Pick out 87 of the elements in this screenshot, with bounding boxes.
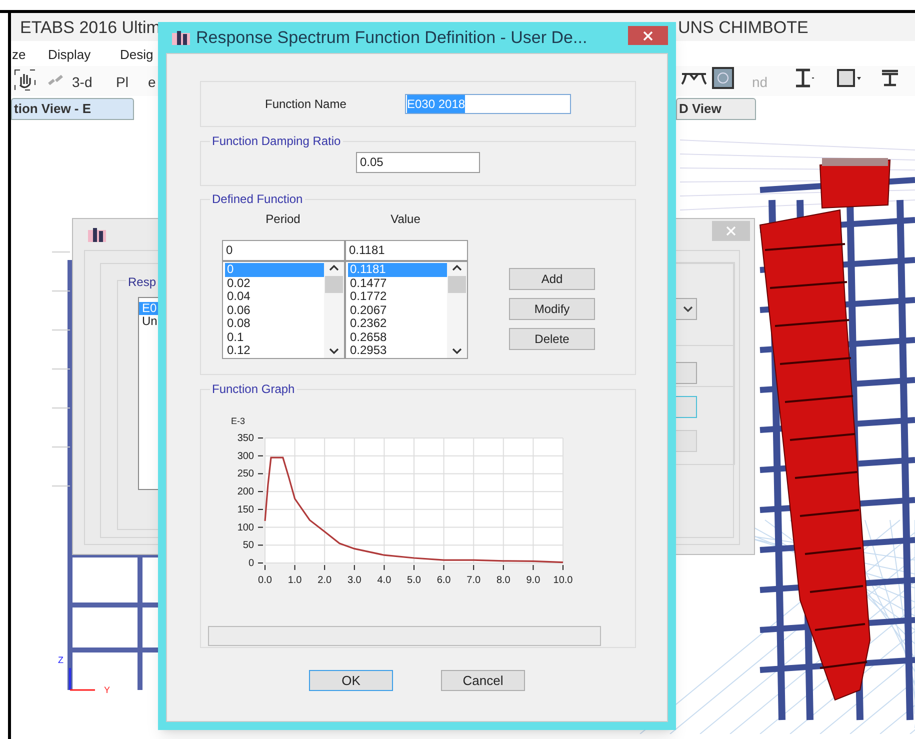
column-header: Period <box>264 211 302 228</box>
section-icon <box>836 68 862 88</box>
tick-label: 9.0 <box>526 575 540 586</box>
dialog-title: Response Spectrum Function Definition - User De... <box>196 26 588 49</box>
column-header: Value <box>390 211 422 228</box>
menu-item[interactable]: ze <box>12 45 26 64</box>
group-label: Function Damping Ratio <box>211 133 342 150</box>
view-tab[interactable]: D View <box>676 98 756 120</box>
list-item[interactable]: 0.08 <box>225 317 324 330</box>
toolbar-button[interactable]: e <box>148 72 156 93</box>
close-button[interactable] <box>628 26 668 45</box>
toolbar-button[interactable]: 3-d <box>72 72 92 93</box>
field-label: Function Name <box>265 96 348 113</box>
app-icon <box>172 30 190 44</box>
tick-mark <box>384 564 385 570</box>
tick-mark <box>258 508 264 510</box>
menu-item[interactable]: Desig <box>120 45 154 64</box>
axis-label: Z <box>58 654 64 667</box>
tick-mark <box>324 564 326 570</box>
tick-label: 2.0 <box>318 575 332 586</box>
tick-label: 6.0 <box>436 575 451 586</box>
tick-label: 350 <box>237 433 254 444</box>
list-item[interactable]: 0.2658 <box>348 330 447 344</box>
chevron-down-icon <box>683 306 693 312</box>
group-label: Defined Function <box>211 191 304 208</box>
image-icon <box>712 67 734 89</box>
close-icon <box>643 30 653 40</box>
tick-mark <box>532 564 534 570</box>
list-item[interactable]: 0.04 <box>225 290 324 304</box>
tick-label: 200 <box>237 486 254 498</box>
view-tab[interactable]: tion View - E <box>11 98 134 120</box>
tick-mark <box>354 564 355 570</box>
tick-label: 4.0 <box>377 575 392 586</box>
list-item[interactable]: 0.2362 <box>348 317 447 330</box>
list-item[interactable]: 0.12 <box>225 344 324 358</box>
list-item[interactable]: 0.02 <box>225 276 324 290</box>
tick-label: 3.0 <box>347 575 362 586</box>
tick-label: 50 <box>242 540 254 552</box>
input-field[interactable]: 0.1181 <box>345 240 468 261</box>
input-field[interactable]: 0 <box>222 240 345 261</box>
axis-label: Y <box>104 684 110 697</box>
list-item[interactable]: 0.2953 <box>348 344 447 358</box>
tick-label: 0.0 <box>258 575 272 586</box>
tick-label: 8.0 <box>496 575 510 586</box>
scrollbar-thumb[interactable] <box>325 276 343 293</box>
button[interactable]: Delete <box>509 328 595 350</box>
scrollbar[interactable] <box>447 262 467 358</box>
list-item[interactable]: 0.2067 <box>348 304 447 317</box>
button[interactable]: Add <box>509 268 595 290</box>
button[interactable]: Cancel <box>441 670 525 691</box>
tick-mark <box>258 544 264 546</box>
menu-item[interactable]: Display <box>48 45 91 64</box>
tick-label: 250 <box>237 468 254 480</box>
tick-label: 300 <box>237 450 254 462</box>
list-item[interactable]: 0.1477 <box>348 276 447 290</box>
input-field[interactable]: 0.05 <box>356 152 480 173</box>
window-title: UNS CHIMBOTE <box>678 17 808 39</box>
tick-label: 150 <box>237 504 254 516</box>
tick-mark <box>258 455 264 456</box>
close-icon <box>726 226 736 236</box>
list-item[interactable]: 0.1 <box>225 330 324 344</box>
tick-mark <box>502 564 504 570</box>
scrollbar[interactable] <box>324 262 344 358</box>
button[interactable]: Modify <box>509 298 595 320</box>
tick-label: 100 <box>237 522 254 534</box>
tick-label: 10.0 <box>553 575 573 586</box>
tick-label: 0 <box>248 558 254 569</box>
tick-mark <box>473 564 474 570</box>
tick-mark <box>258 491 264 492</box>
button[interactable]: OK <box>309 670 393 691</box>
group-label: Function Graph <box>211 381 296 398</box>
hand-icon <box>14 69 36 91</box>
tick-mark <box>258 526 264 528</box>
toolbar-button[interactable]: Pl <box>116 72 128 93</box>
axis-title: E-3 <box>231 416 246 426</box>
tick-label: 7.0 <box>466 575 481 586</box>
tick-mark <box>294 564 296 570</box>
list-item[interactable]: 0.1772 <box>348 290 447 304</box>
list-item[interactable]: 0.06 <box>225 304 324 317</box>
app-icon <box>88 228 106 242</box>
tick-label: 5.0 <box>407 575 421 586</box>
tick-mark <box>562 564 564 570</box>
tick-label: 1.0 <box>288 575 302 586</box>
frame-icon <box>680 70 708 86</box>
tick-mark <box>258 473 264 474</box>
scrollbar-thumb[interactable] <box>448 276 466 293</box>
tick-mark <box>443 564 444 570</box>
